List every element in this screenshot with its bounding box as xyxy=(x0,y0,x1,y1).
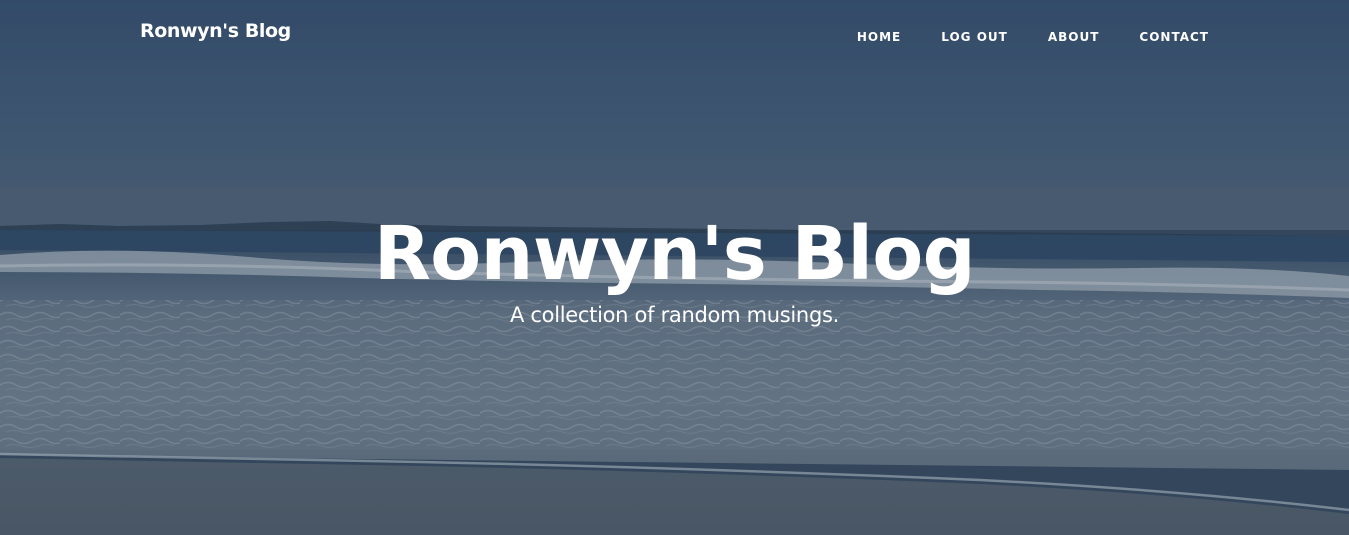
navbar-brand-link[interactable]: Ronwyn's Blog xyxy=(140,20,291,42)
main-navbar: Ronwyn's Blog HOME LOG OUT ABOUT CONTACT xyxy=(0,0,1349,68)
nav-link-home[interactable]: HOME xyxy=(857,30,901,44)
nav-item-contact: CONTACT xyxy=(1139,26,1209,45)
nav-link-contact[interactable]: CONTACT xyxy=(1139,30,1209,44)
site-title: Ronwyn's Blog xyxy=(373,211,976,297)
nav-link-about[interactable]: ABOUT xyxy=(1048,30,1100,44)
nav-item-log-out: LOG OUT xyxy=(941,26,1008,45)
nav-item-home: HOME xyxy=(857,26,901,45)
nav-menu: HOME LOG OUT ABOUT CONTACT xyxy=(857,26,1209,45)
nav-link-log-out[interactable]: LOG OUT xyxy=(941,30,1008,44)
page-header: Ronwyn's Blog HOME LOG OUT ABOUT CONTACT… xyxy=(0,0,1349,535)
nav-item-about: ABOUT xyxy=(1048,26,1100,45)
site-subtitle: A collection of random musings. xyxy=(509,303,839,327)
site-heading: Ronwyn's Blog A collection of random mus… xyxy=(0,206,1349,328)
